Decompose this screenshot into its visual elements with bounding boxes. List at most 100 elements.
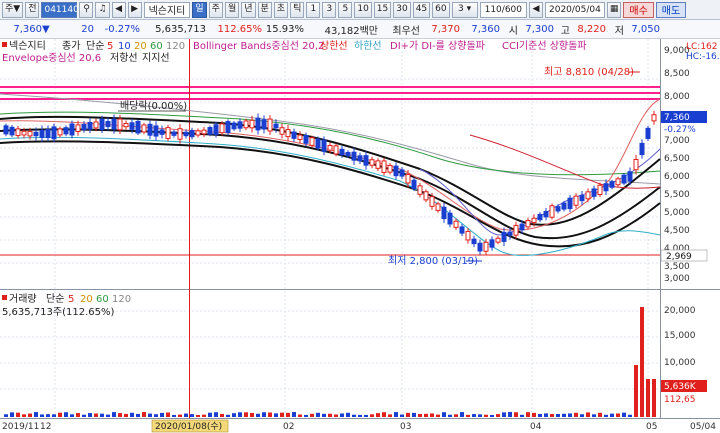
candle[interactable] — [429, 196, 435, 207]
candle[interactable] — [255, 117, 261, 131]
candle[interactable] — [639, 142, 645, 156]
candle[interactable] — [363, 155, 369, 166]
candle[interactable] — [285, 129, 291, 138]
search-icon[interactable]: ⚲ — [79, 1, 94, 18]
data-count[interactable]: 110/600 — [479, 1, 527, 18]
candle[interactable] — [393, 165, 399, 177]
candle[interactable] — [435, 203, 441, 211]
candle[interactable] — [111, 118, 117, 130]
candle[interactable] — [165, 127, 171, 139]
sound-icon[interactable]: ♫ — [95, 1, 110, 18]
candle[interactable] — [219, 123, 225, 134]
candle[interactable] — [609, 181, 615, 188]
candle[interactable] — [531, 217, 537, 224]
candle[interactable] — [621, 174, 627, 184]
candle[interactable] — [99, 118, 105, 131]
candle[interactable] — [75, 124, 81, 132]
candle[interactable] — [153, 125, 159, 137]
interval-60[interactable]: 60 — [432, 1, 450, 18]
candle[interactable] — [141, 124, 147, 133]
period-week[interactable]: 주 — [208, 1, 223, 18]
candle[interactable] — [69, 123, 75, 136]
candle[interactable] — [39, 129, 45, 138]
candle[interactable] — [309, 137, 315, 146]
next-stock-icon[interactable]: ▶ — [127, 1, 142, 18]
interval-3[interactable]: 3 — [322, 1, 337, 18]
period-month[interactable]: 월 — [224, 1, 240, 18]
candle[interactable] — [81, 123, 87, 130]
candle[interactable] — [177, 128, 183, 140]
candle[interactable] — [519, 223, 525, 231]
candle[interactable] — [3, 125, 9, 135]
candle[interactable] — [321, 139, 327, 152]
candle[interactable] — [411, 179, 417, 190]
interval-30[interactable]: 30 — [393, 1, 411, 18]
calendar-icon[interactable]: ▦ — [606, 1, 622, 18]
market-select[interactable]: 주 ▼ — [2, 1, 24, 18]
candle[interactable] — [579, 194, 585, 202]
candle[interactable] — [117, 118, 123, 131]
candle[interactable] — [567, 197, 573, 210]
candle[interactable] — [603, 183, 609, 192]
candle[interactable] — [465, 230, 471, 241]
candle[interactable] — [243, 120, 249, 129]
interval-1[interactable]: 1 — [306, 1, 321, 18]
candle[interactable] — [507, 231, 513, 236]
candle[interactable] — [297, 134, 303, 140]
candle[interactable] — [453, 220, 459, 228]
candle[interactable] — [369, 159, 375, 166]
candle[interactable] — [129, 122, 135, 130]
candle[interactable] — [573, 195, 579, 206]
candle[interactable] — [201, 129, 207, 135]
candle[interactable] — [159, 129, 165, 135]
candle[interactable] — [105, 120, 111, 128]
candle[interactable] — [501, 231, 507, 242]
interval-5[interactable]: 5 — [338, 1, 353, 18]
candle[interactable] — [483, 241, 489, 252]
buy-button[interactable]: 매수 — [623, 1, 654, 18]
candle[interactable] — [327, 144, 333, 151]
candle[interactable] — [645, 127, 651, 139]
candle[interactable] — [513, 224, 519, 236]
sell-button[interactable]: 매도 — [655, 1, 687, 18]
stock-chart[interactable]: 배당락(0.00%) 최고 8,810 (04/28) 최저 2,800 (03… — [0, 39, 720, 433]
candle[interactable] — [123, 123, 129, 128]
candle[interactable] — [399, 169, 405, 177]
candle[interactable] — [273, 123, 279, 129]
candle[interactable] — [279, 127, 285, 135]
candle[interactable] — [21, 130, 27, 136]
candle[interactable] — [315, 138, 321, 149]
candle[interactable] — [423, 191, 429, 201]
candle[interactable] — [195, 130, 201, 136]
candle[interactable] — [525, 220, 531, 228]
candle[interactable] — [633, 159, 639, 171]
period-day[interactable]: 일 — [192, 1, 207, 18]
date-field[interactable]: 2020/05/04 — [545, 1, 605, 18]
candle[interactable] — [651, 114, 657, 122]
interval-select[interactable]: 3 ▾ — [451, 1, 478, 18]
candle[interactable] — [549, 205, 555, 218]
candle[interactable] — [351, 151, 357, 161]
candle[interactable] — [225, 121, 231, 134]
candle[interactable] — [303, 135, 309, 144]
candle[interactable] — [459, 226, 465, 234]
candle[interactable] — [447, 212, 453, 225]
candle[interactable] — [417, 185, 423, 195]
prev-icon[interactable]: ◀ — [529, 1, 543, 18]
period-year[interactable]: 년 — [241, 1, 256, 18]
interval-45[interactable]: 45 — [412, 1, 431, 18]
candle[interactable] — [345, 151, 351, 157]
candle[interactable] — [471, 238, 477, 245]
candle[interactable] — [15, 128, 21, 137]
candle[interactable] — [207, 126, 213, 135]
candle[interactable] — [543, 211, 549, 218]
candle[interactable] — [183, 131, 189, 137]
candle[interactable] — [357, 155, 363, 162]
candle[interactable] — [375, 160, 381, 169]
candle[interactable] — [237, 121, 243, 129]
candle[interactable] — [261, 119, 267, 130]
candle[interactable] — [339, 148, 345, 156]
period-tick[interactable]: 틱 — [290, 1, 305, 18]
candle[interactable] — [555, 206, 561, 212]
chart-svg[interactable]: 배당락(0.00%) 최고 8,810 (04/28) 최저 2,800 (03… — [0, 39, 720, 433]
